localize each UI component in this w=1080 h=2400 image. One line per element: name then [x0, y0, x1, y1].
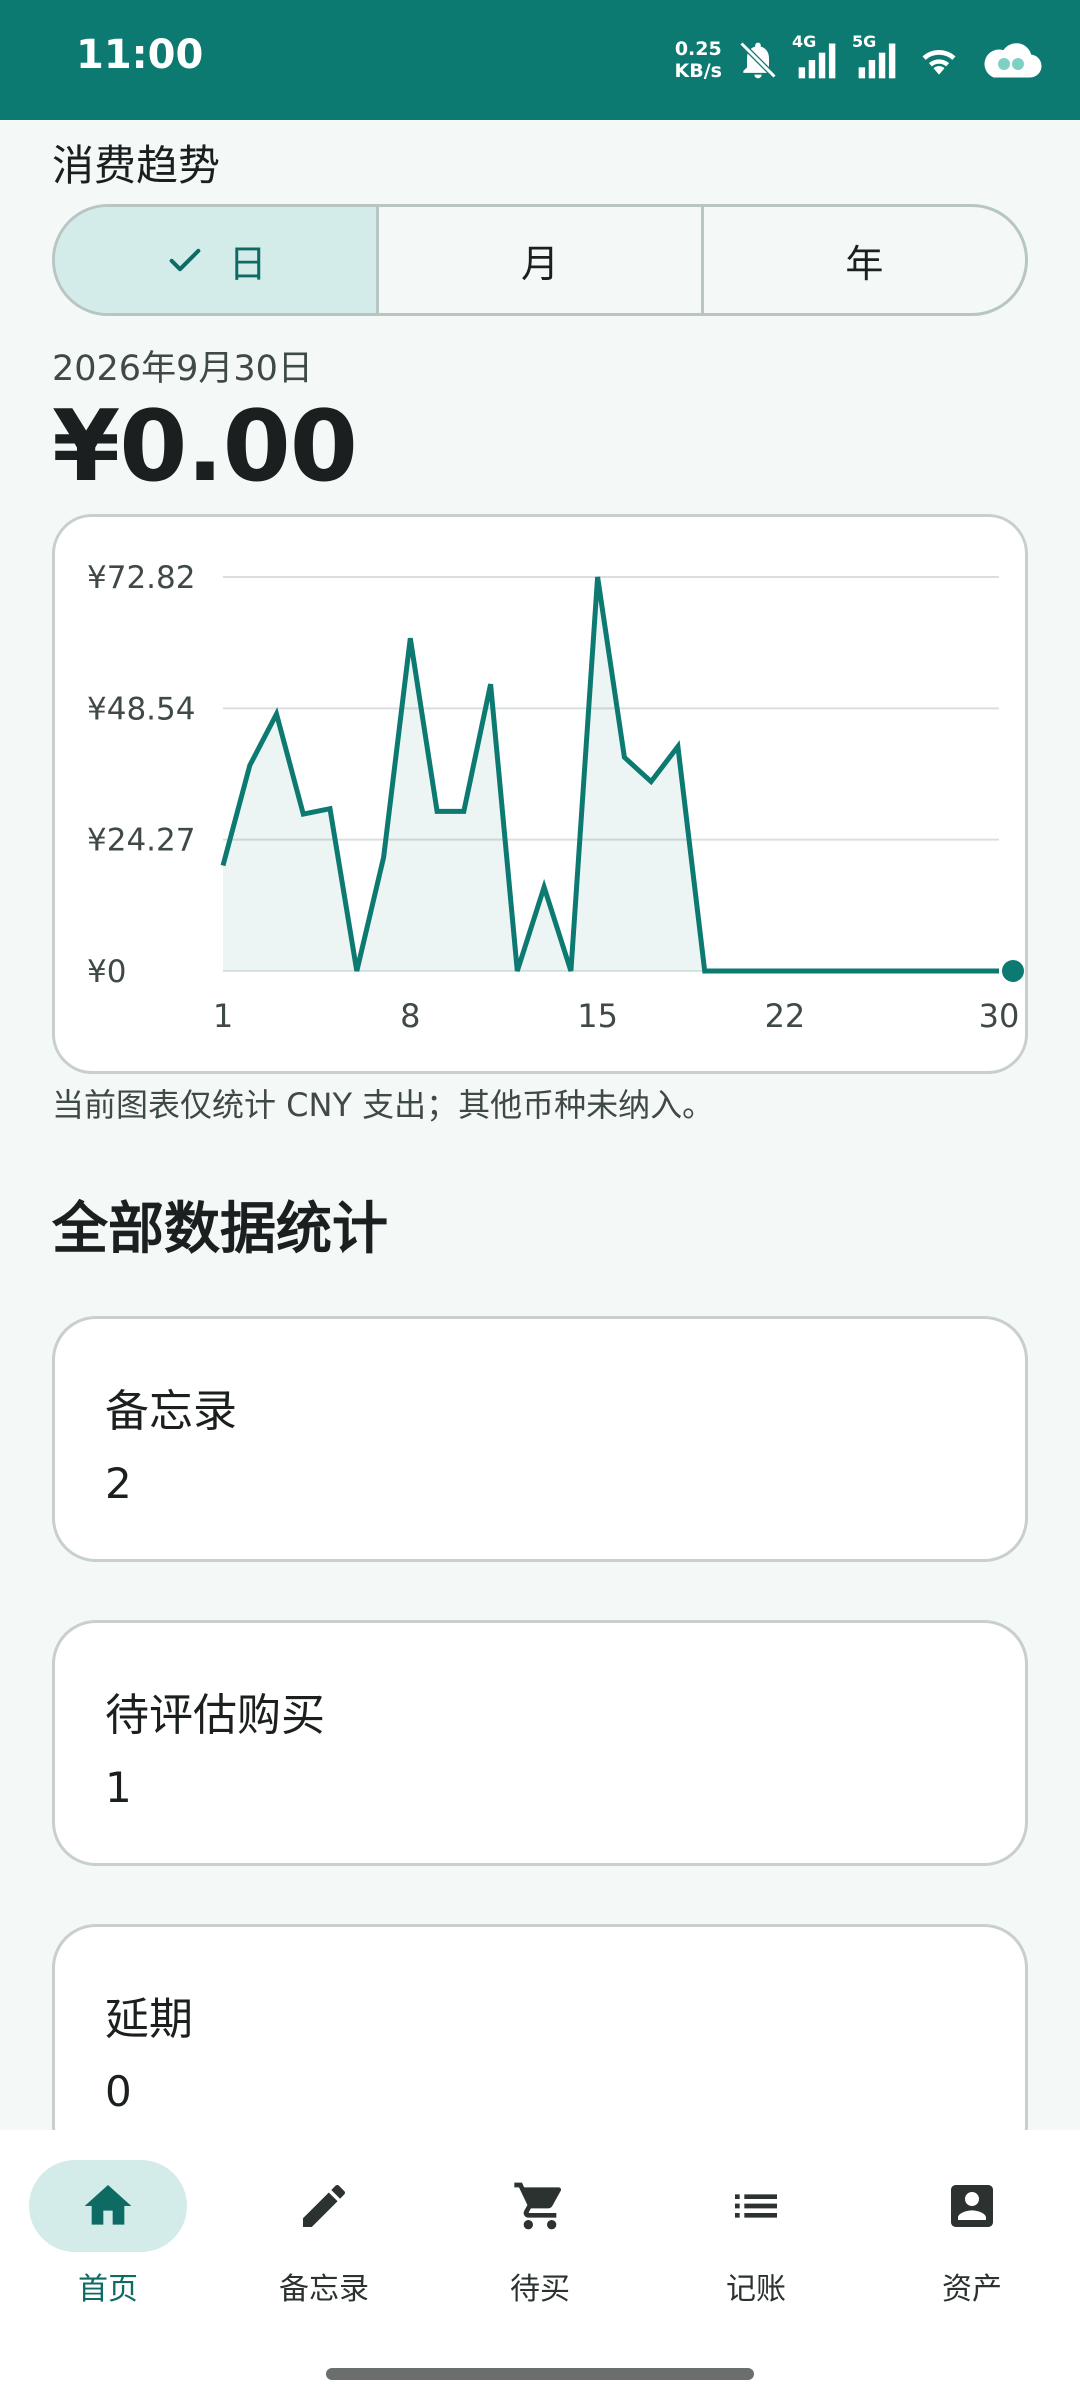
signal-5g: 5G: [852, 32, 900, 82]
nav-home-indicator: [29, 2160, 187, 2252]
selected-amount: ¥0.00: [52, 390, 358, 504]
check-icon: [169, 248, 200, 272]
chart-x-tick-label: 8: [400, 997, 420, 1035]
segment-day-label: 日: [228, 241, 267, 286]
chart-y-tick-label: ¥72.82: [87, 560, 195, 596]
nav-bookkeeping[interactable]: 记账: [648, 2160, 864, 2320]
chart-x-tick-label: 15: [577, 997, 618, 1035]
segment-year[interactable]: 年: [704, 207, 1025, 313]
account-box-icon: [951, 2185, 993, 2227]
stat-value: 0: [105, 2067, 132, 2116]
nav-memo[interactable]: 备忘录: [216, 2160, 432, 2320]
nav-memo-label: 备忘录: [279, 2272, 369, 2307]
segment-month[interactable]: 月: [379, 207, 704, 313]
trend-chart-card[interactable]: ¥72.82 ¥48.54 ¥24.27 ¥0 1 8 15 22 30: [52, 514, 1028, 1074]
nav-to-buy[interactable]: 待买: [432, 2160, 648, 2320]
stat-label: 待评估购买: [105, 1690, 325, 1741]
cloud-icon: [984, 43, 1042, 78]
selected-date: 2026年9月30日: [52, 349, 313, 389]
chart-y-tick-label: ¥0: [87, 954, 126, 990]
nav-home[interactable]: 首页: [0, 2160, 216, 2320]
stat-label: 备忘录: [105, 1386, 237, 1437]
bottom-navigation: 首页 备忘录 待买 记账 资产: [0, 2130, 1080, 2400]
chart-area-fill: [223, 577, 999, 971]
wifi-icon: [922, 50, 956, 75]
nav-assets-indicator: [893, 2160, 1051, 2252]
network-4g-label: 4G: [792, 32, 817, 51]
status-time: 11:00: [76, 32, 204, 78]
list-icon: [735, 2194, 777, 2218]
segment-day[interactable]: 日: [55, 207, 380, 313]
chart-x-tick-label: 1: [213, 997, 233, 1035]
stat-label: 延期: [105, 1994, 193, 2045]
trend-title: 消费趋势: [52, 141, 221, 190]
chart-x-tick-label: 30: [979, 997, 1020, 1035]
nav-bookkeeping-indicator: [677, 2160, 835, 2252]
nav-memo-indicator: [245, 2160, 403, 2252]
trend-chart: ¥72.82 ¥48.54 ¥24.27 ¥0 1 8 15 22 30: [87, 560, 1024, 1035]
chart-selected-point: [1002, 960, 1024, 982]
nav-assets-label: 资产: [942, 2272, 1002, 2307]
signal-4g: 4G: [792, 32, 840, 82]
net-speed: 0.25 KB/s: [675, 38, 722, 82]
stats-title: 全部数据统计: [52, 1197, 388, 1262]
chart-y-tick-label: ¥48.54: [87, 691, 195, 727]
network-5g-label: 5G: [852, 32, 877, 51]
nav-to-buy-indicator: [461, 2160, 619, 2252]
mute-bell-icon: [739, 41, 777, 79]
cart-icon: [514, 2182, 562, 2230]
pencil-icon: [303, 2184, 346, 2227]
status-bar: 11:00 0.25 KB/s 4G 5G: [0, 0, 1080, 120]
nav-home-label: 首页: [78, 2272, 138, 2307]
nav-to-buy-label: 待买: [510, 2272, 570, 2307]
stat-value: 2: [105, 1459, 132, 1508]
home-indicator-bar[interactable]: [326, 2368, 754, 2380]
nav-assets[interactable]: 资产: [864, 2160, 1080, 2320]
net-speed-value: 0.25: [674, 38, 722, 60]
nav-bookkeeping-label: 记账: [726, 2272, 786, 2307]
chart-note: 当前图表仅统计 CNY 支出；其他币种未纳入。: [52, 1086, 715, 1124]
status-icons: 0.25 KB/s 4G 5G: [675, 30, 1044, 90]
segment-month-label: 月: [520, 241, 559, 286]
home-icon: [84, 2185, 132, 2225]
net-speed-unit: KB/s: [674, 60, 722, 82]
stat-card-pending-purchase[interactable]: 待评估购买 1: [52, 1620, 1028, 1866]
chart-x-tick-label: 22: [765, 997, 806, 1035]
stat-value: 1: [105, 1763, 132, 1812]
period-segmented-control: 日 月 年: [52, 204, 1028, 316]
chart-y-tick-label: ¥24.27: [87, 823, 195, 859]
segment-year-label: 年: [845, 241, 884, 286]
stat-card-memo[interactable]: 备忘录 2: [52, 1316, 1028, 1562]
